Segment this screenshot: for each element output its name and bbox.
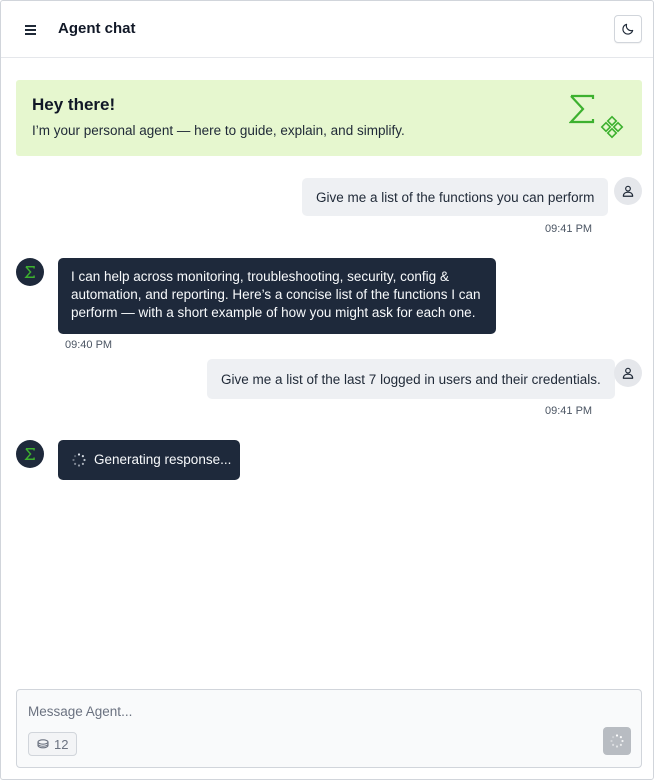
user-icon — [622, 185, 634, 197]
banner-title: Hey there! — [32, 95, 116, 114]
message-timestamp: 09:41 PM — [545, 405, 593, 417]
header: Agent chat — [1, 1, 653, 58]
banner-subtitle: I’m your personal agent — here to guide,… — [32, 123, 405, 138]
agent-message-bubble: I can help across monitoring, troublesho… — [58, 258, 496, 334]
sigma-logo-icon — [569, 94, 624, 139]
message-text: Give me a list of the last 7 logged in u… — [221, 371, 601, 387]
message-timestamp: 09:41 PM — [545, 223, 593, 235]
agent-avatar — [16, 440, 44, 468]
sigma-icon — [24, 266, 35, 278]
status-text: Generating response... — [94, 452, 232, 467]
user-avatar — [614, 177, 642, 205]
user-icon — [622, 367, 634, 379]
message-text: Give me a list of the functions you can … — [316, 189, 595, 205]
hamburger-menu-icon[interactable] — [23, 21, 41, 39]
user-message-bubble: Give me a list of the last 7 logged in u… — [207, 359, 615, 399]
sigma-icon — [24, 448, 35, 460]
message-input[interactable] — [28, 704, 588, 719]
token-count: 12 — [54, 736, 69, 752]
message-line: automation, and reporting. Here’s a conc… — [71, 287, 481, 302]
page-title: Agent chat — [58, 20, 136, 37]
user-message-bubble: Give me a list of the functions you can … — [302, 178, 609, 216]
message-composer: 12 — [16, 689, 642, 768]
spinner-icon — [610, 734, 624, 748]
spinner-icon — [72, 453, 86, 467]
moon-icon — [622, 23, 634, 35]
message-line: I can help across monitoring, troublesho… — [71, 269, 449, 284]
token-count-badge: 12 — [28, 732, 78, 756]
chat-window: Agent chat Hey there! I’m your personal … — [0, 0, 654, 780]
welcome-banner: Hey there! I’m your personal agent — her… — [16, 80, 642, 156]
coins-icon — [37, 739, 49, 749]
agent-avatar — [16, 258, 44, 286]
message-timestamp: 09:40 PM — [65, 339, 113, 351]
message-line: perform — with a short example of how yo… — [71, 305, 476, 320]
generating-status-bubble: Generating response... — [58, 440, 240, 480]
send-button[interactable] — [603, 727, 631, 755]
user-avatar — [614, 359, 642, 387]
theme-toggle-button[interactable] — [614, 15, 642, 43]
